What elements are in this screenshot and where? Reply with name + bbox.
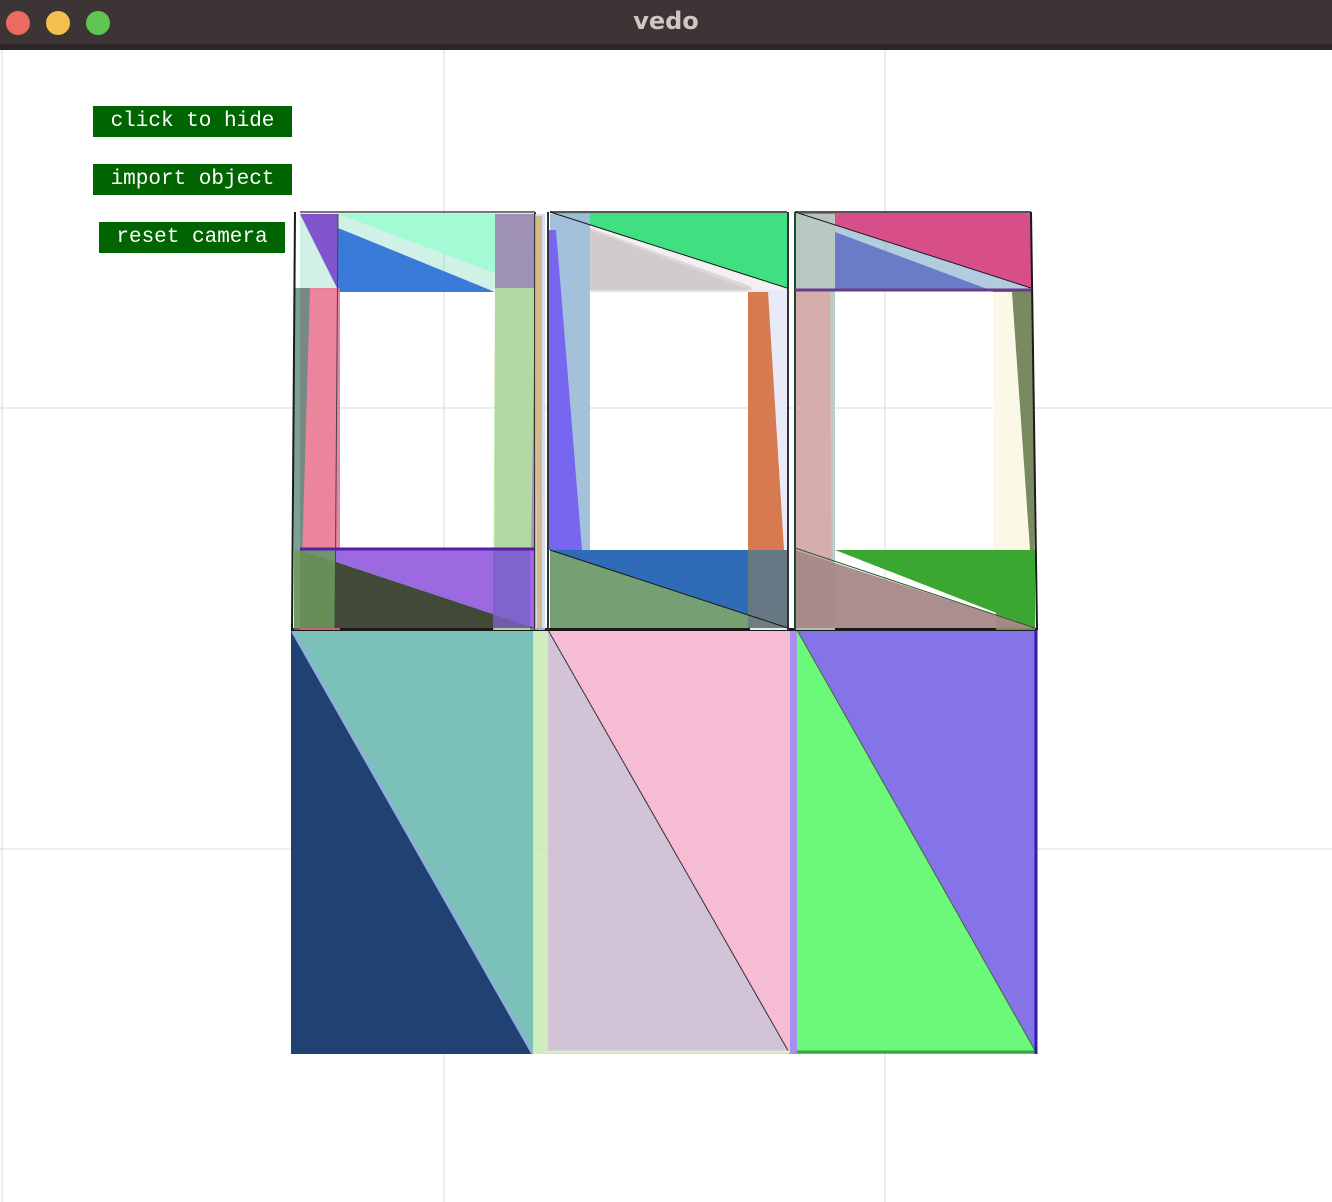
reset-camera-button[interactable]: reset camera <box>99 222 285 253</box>
upper-panel-right <box>794 211 1038 631</box>
upper-panel-middle <box>547 211 789 630</box>
mesh-face <box>790 630 797 1054</box>
render-viewport[interactable]: click to hide import object reset camera <box>0 50 1332 1202</box>
title-bar: vedo <box>0 0 1332 50</box>
lower-panels <box>291 628 1038 1055</box>
import-object-button[interactable]: import object <box>93 164 292 195</box>
window-title: vedo <box>633 7 699 35</box>
upper-panel-left <box>291 211 545 631</box>
mesh-face <box>533 630 548 1054</box>
click-to-hide-button[interactable]: click to hide <box>93 106 292 137</box>
